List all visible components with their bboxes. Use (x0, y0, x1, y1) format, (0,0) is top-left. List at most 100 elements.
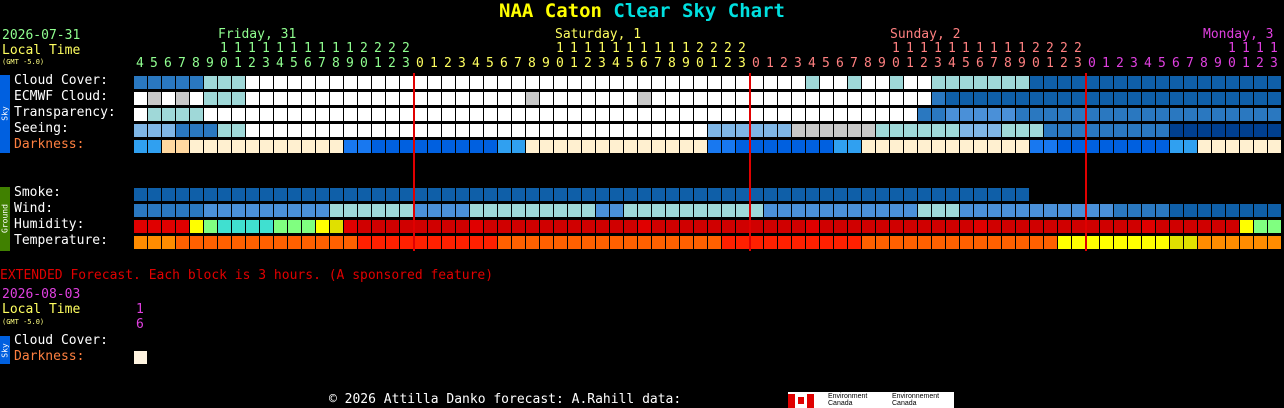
smoke-cell (1016, 188, 1029, 201)
environment-canada-logo: Environment Canada Environnement Canada (788, 392, 954, 408)
ecmwf-cloud-cell (862, 92, 875, 105)
cloud-cover-cell (806, 76, 819, 89)
humidity-cell (722, 220, 735, 233)
seeing-cell (1058, 124, 1071, 137)
cloud-cover-cell (750, 76, 763, 89)
title-chart-name: Clear Sky Chart (613, 0, 785, 22)
darkness-cell (484, 140, 497, 153)
wind-cell (708, 204, 721, 217)
seeing-cell (232, 124, 245, 137)
cloud-cover-cell (1072, 76, 1085, 89)
temperature-cell (652, 236, 665, 249)
wind-cell (988, 204, 1001, 217)
transparency-cell (470, 108, 483, 121)
day-label: Monday, 3 (1203, 27, 1274, 42)
transparency-cell (442, 108, 455, 121)
seeing-cell (456, 124, 469, 137)
seeing-cell (134, 124, 147, 137)
temperature-cell (1226, 236, 1239, 249)
ecmwf-cloud-cell (540, 92, 553, 105)
wind-cell (568, 204, 581, 217)
transparency-cell (484, 108, 497, 121)
hour-label: 4 (472, 56, 480, 71)
wind-cell (596, 204, 609, 217)
darkness-cell (134, 140, 147, 153)
ecmwf-cloud-cell (1268, 92, 1281, 105)
humidity-cell (778, 220, 791, 233)
darkness-cell (414, 140, 427, 153)
temperature-cell (1254, 236, 1267, 249)
ecmwf-cloud-cell (1212, 92, 1225, 105)
seeing-cell (1212, 124, 1225, 137)
darkness-cell (1086, 140, 1099, 153)
ecmwf-cloud-cell (512, 92, 525, 105)
seeing-cell (1268, 124, 1281, 137)
wind-cell (1170, 204, 1183, 217)
darkness-cell (148, 140, 161, 153)
ecmwf-cloud-cell (680, 92, 693, 105)
transparency-cell (694, 108, 707, 121)
cloud-cover-cell (1268, 76, 1281, 89)
hour-label: 6 (976, 56, 984, 71)
transparency-cell (218, 108, 231, 121)
darkness-cell (848, 140, 861, 153)
humidity-cell (540, 220, 553, 233)
wind-cell (722, 204, 735, 217)
ecmwf-cloud-cell (988, 92, 1001, 105)
seeing-cell (190, 124, 203, 137)
darkness-cell (1212, 140, 1225, 153)
ecmwf-cloud-cell (400, 92, 413, 105)
ecmwf-cloud-cell (442, 92, 455, 105)
darkness-cell (260, 140, 273, 153)
extended-sky-side-bar: Sky (0, 336, 10, 364)
hour-label: 7 (1186, 56, 1194, 71)
darkness-cell (806, 140, 819, 153)
temperature-cell (778, 236, 791, 249)
temperature-cell (148, 236, 161, 249)
humidity-cell (428, 220, 441, 233)
temperature-cell (386, 236, 399, 249)
cloud-cover-cell (1128, 76, 1141, 89)
temperature-cell (288, 236, 301, 249)
seeing-cell (162, 124, 175, 137)
hour-label: 0 (752, 56, 760, 71)
hour-label: 3 (1130, 56, 1138, 71)
temperature-cell (792, 236, 805, 249)
hour-label: 5 (626, 56, 634, 71)
hour-label: 1 (570, 56, 578, 71)
darkness-cell (652, 140, 665, 153)
cloud-cover-cell (582, 76, 595, 89)
extended-forecast-note: EXTENDED Forecast. Each block is 3 hours… (0, 268, 494, 283)
wind-cell (1002, 204, 1015, 217)
hour-label: 0 (220, 56, 228, 71)
hour-label: 8 (1004, 56, 1012, 71)
cloud-cover-cell (1254, 76, 1267, 89)
seeing-cell (400, 124, 413, 137)
wind-cell (1198, 204, 1211, 217)
row-label-humidity: Humidity: (14, 217, 85, 232)
extended-darkness-cell (134, 351, 147, 364)
darkness-cell (540, 140, 553, 153)
ecmwf-cloud-cell (1170, 92, 1183, 105)
seeing-cell (274, 124, 287, 137)
temperature-cell (1100, 236, 1113, 249)
ecmwf-cloud-cell (260, 92, 273, 105)
ecmwf-cloud-cell (1142, 92, 1155, 105)
ecmwf-cloud-cell (764, 92, 777, 105)
hour-label-tens: 1 (1256, 41, 1264, 56)
ecmwf-cloud-cell (1240, 92, 1253, 105)
wind-cell (624, 204, 637, 217)
hour-label-tens: 1 (1270, 41, 1278, 56)
hour-label: 5 (290, 56, 298, 71)
seeing-cell (428, 124, 441, 137)
smoke-cell (820, 188, 833, 201)
ecmwf-cloud-cell (582, 92, 595, 105)
seeing-cell (1184, 124, 1197, 137)
seeing-cell (554, 124, 567, 137)
seeing-cell (1240, 124, 1253, 137)
wind-cell (582, 204, 595, 217)
darkness-cell (512, 140, 525, 153)
seeing-cell (820, 124, 833, 137)
temperature-cell (498, 236, 511, 249)
temperature-cell (260, 236, 273, 249)
